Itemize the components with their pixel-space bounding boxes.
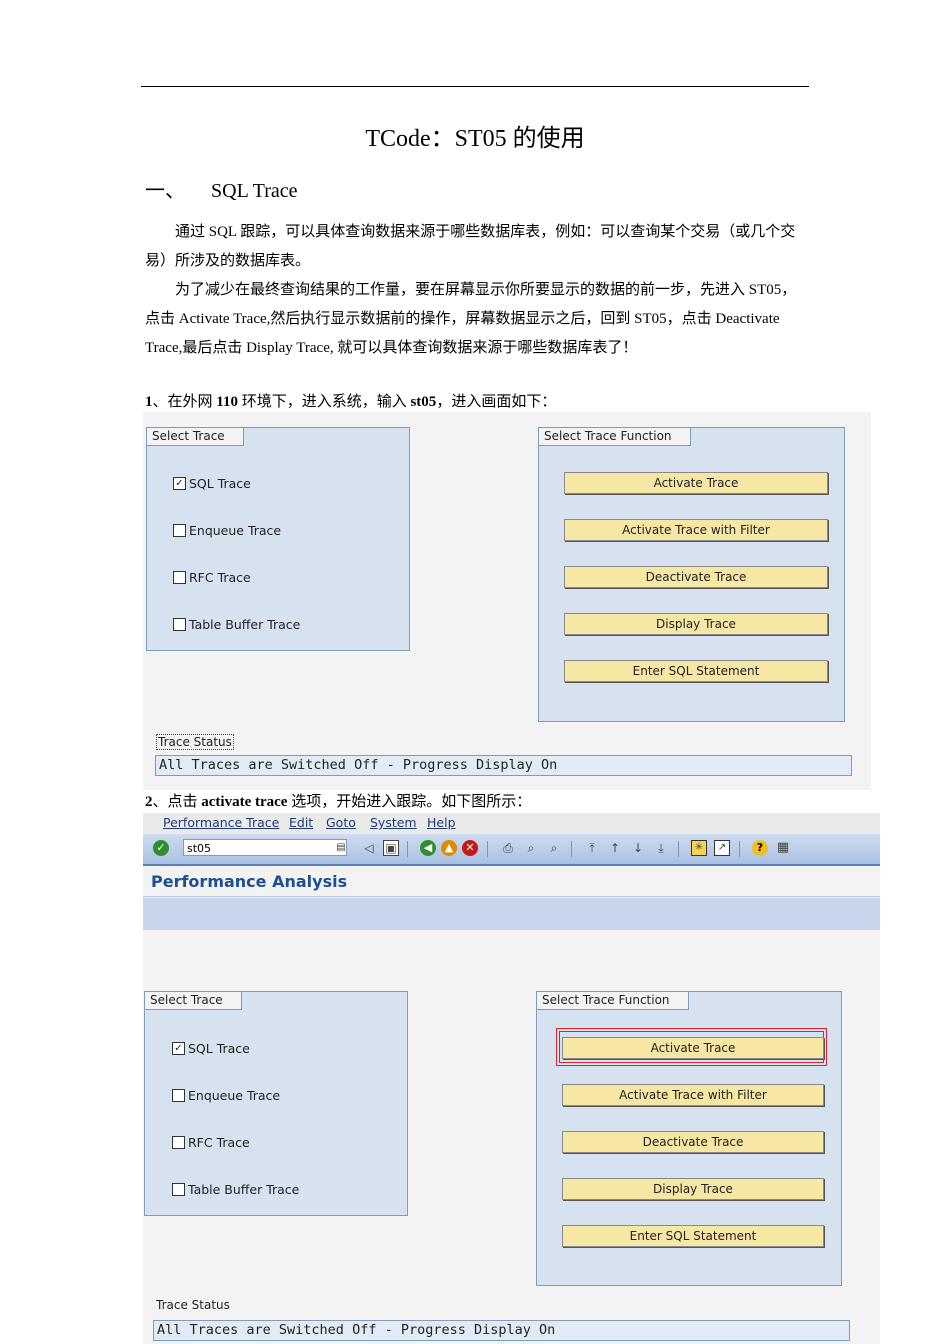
enter-check-icon[interactable]: ✓	[153, 840, 169, 856]
menu-goto[interactable]: Goto	[326, 815, 356, 830]
exit-icon[interactable]: ▲	[441, 840, 457, 856]
next-page-icon[interactable]: ↓	[630, 840, 646, 856]
step-1-caption: 1、在外网 110 环境下，进入系统，输入 st05，进入画面如下：	[145, 394, 557, 410]
activate-trace-filter-button[interactable]: Activate Trace with Filter	[564, 519, 828, 541]
activate-trace-filter-button-2[interactable]: Activate Trace with Filter	[562, 1084, 824, 1106]
document-title: TCode：ST05 的使用	[365, 126, 585, 152]
checkbox-empty-icon	[172, 1089, 185, 1102]
title-divider	[143, 896, 880, 897]
new-session-icon[interactable]: ✳	[691, 840, 707, 856]
activate-trace-button-2[interactable]: Activate Trace	[562, 1037, 824, 1059]
checkbox-table-buffer-trace-2[interactable]: Table Buffer Trace	[172, 1182, 299, 1197]
command-history-icon[interactable]: ▤	[333, 840, 349, 856]
layout-menu-icon[interactable]: ▦	[775, 840, 791, 856]
save-icon[interactable]: ▣	[383, 840, 399, 856]
trace-status-label: Trace Status	[156, 734, 234, 750]
deactivate-trace-button[interactable]: Deactivate Trace	[564, 566, 828, 588]
back-arrow-icon[interactable]: ◁	[361, 840, 377, 856]
checkbox-empty-icon	[172, 1136, 185, 1149]
menu-system[interactable]: System	[370, 815, 417, 830]
display-trace-button[interactable]: Display Trace	[564, 613, 828, 635]
select-trace-title: Select Trace	[147, 428, 244, 446]
step-2-caption: 2、点击 activate trace 选项，开始进入跟踪。如下图所示：	[145, 794, 532, 810]
deactivate-trace-button-2[interactable]: Deactivate Trace	[562, 1131, 824, 1153]
display-trace-button-2[interactable]: Display Trace	[562, 1178, 824, 1200]
trace-status-label-2: Trace Status	[156, 1298, 230, 1312]
previous-page-icon[interactable]: ↑	[607, 840, 623, 856]
select-function-title-2: Select Trace Function	[537, 992, 689, 1010]
checkbox-empty-icon	[173, 618, 186, 631]
header-rule	[141, 86, 809, 87]
select-trace-group: Select Trace ✓ SQL Trace Enqueue Trace RF…	[146, 427, 410, 651]
intro-paragraph-1: 通过 SQL 跟踪，可以具体查询数据来源于哪些数据库表，例如：可以查询某个交易（…	[145, 224, 796, 269]
select-function-title: Select Trace Function	[539, 428, 691, 446]
checkbox-sql-trace[interactable]: ✓ SQL Trace	[173, 476, 251, 491]
command-field[interactable]: st05	[183, 839, 347, 856]
checkbox-empty-icon	[173, 524, 186, 537]
enter-sql-statement-button-2[interactable]: Enter SQL Statement	[562, 1225, 824, 1247]
menu-help[interactable]: Help	[427, 815, 456, 830]
section-heading: 一、 SQL Trace	[145, 174, 297, 203]
select-function-group: Select Trace Function Activate Trace Act…	[538, 427, 845, 722]
first-page-icon[interactable]: ⤒	[584, 840, 600, 856]
trace-status-field-2: All Traces are Switched Off - Progress D…	[153, 1320, 850, 1341]
checkbox-empty-icon	[172, 1183, 185, 1196]
last-page-icon[interactable]: ⤓	[653, 840, 669, 856]
screen-title: Performance Analysis	[151, 872, 348, 891]
shortcut-icon[interactable]: ↗	[714, 840, 730, 856]
select-function-group-2: Select Trace Function Activate Trace Act…	[536, 991, 842, 1286]
checkbox-empty-icon	[173, 571, 186, 584]
checkbox-table-buffer-trace[interactable]: Table Buffer Trace	[173, 617, 300, 632]
menu-bar: Performance Trace Edit Goto System Help	[143, 813, 880, 834]
intro-paragraph-2: 为了减少在最终查询结果的工作量，要在屏幕显示你所要显示的数据的前一步，先进入 S…	[145, 282, 797, 356]
standard-toolbar: ✓ st05 ▤ ◁ ▣ ◀ ▲ ✕ ⎙ ⌕ ⌕ ⤒ ↑ ↓ ⤓ ✳ ↗ ? ▦	[143, 834, 880, 866]
select-trace-title-2: Select Trace	[145, 992, 242, 1010]
enter-sql-statement-button[interactable]: Enter SQL Statement	[564, 660, 828, 682]
cancel-icon[interactable]: ✕	[462, 840, 478, 856]
section-number: 一、	[145, 180, 185, 202]
checkbox-rfc-trace-2[interactable]: RFC Trace	[172, 1135, 250, 1150]
screenshot-1: Select Trace ✓ SQL Trace Enqueue Trace RF…	[143, 412, 871, 790]
menu-performance-trace[interactable]: Performance Trace	[163, 815, 279, 830]
application-toolbar	[143, 898, 880, 930]
checkbox-checked-icon: ✓	[173, 477, 186, 490]
find-next-icon[interactable]: ⌕	[546, 840, 562, 856]
section-title: SQL Trace	[211, 180, 298, 202]
trace-status-field: All Traces are Switched Off - Progress D…	[155, 755, 852, 776]
back-icon[interactable]: ◀	[420, 840, 436, 856]
find-icon[interactable]: ⌕	[523, 840, 539, 856]
help-icon[interactable]: ?	[752, 840, 768, 856]
checkbox-enqueue-trace[interactable]: Enqueue Trace	[173, 523, 281, 538]
checkbox-sql-trace-2[interactable]: ✓ SQL Trace	[172, 1041, 250, 1056]
select-trace-group-2: Select Trace ✓ SQL Trace Enqueue Trace RF…	[144, 991, 408, 1216]
checkbox-checked-icon: ✓	[172, 1042, 185, 1055]
checkbox-rfc-trace[interactable]: RFC Trace	[173, 570, 251, 585]
menu-edit[interactable]: Edit	[289, 815, 313, 830]
checkbox-enqueue-trace-2[interactable]: Enqueue Trace	[172, 1088, 280, 1103]
activate-trace-button[interactable]: Activate Trace	[564, 472, 828, 494]
print-icon[interactable]: ⎙	[500, 840, 516, 856]
